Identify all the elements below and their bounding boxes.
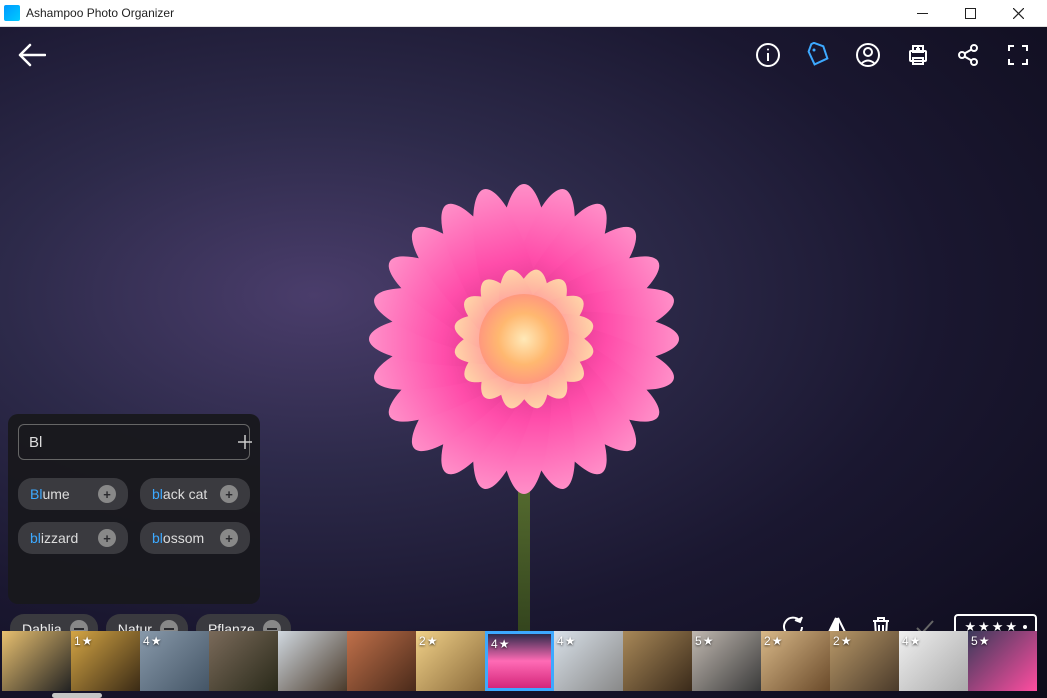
suggestion-highlight: bl [152,530,163,546]
thumbnail-rating: 1★ [74,634,92,648]
close-button[interactable] [1003,0,1033,27]
thumbnail[interactable]: 1★ [71,631,140,691]
scroll-indicator[interactable] [52,693,102,698]
app-icon [4,5,20,21]
thumbnail[interactable]: 4★ [140,631,209,691]
fullscreen-button[interactable] [1001,38,1035,72]
thumbnail[interactable]: 5★ [968,631,1037,691]
titlebar: Ashampoo Photo Organizer [0,0,1047,27]
tag-input[interactable] [29,434,228,451]
thumbnail[interactable]: 2★ [761,631,830,691]
add-tag-button[interactable] [236,431,254,453]
thumbnail-rating: 4★ [902,634,920,648]
suggestion-rest: izzard [41,530,78,546]
window-controls [907,0,1043,27]
tag-suggestion[interactable]: Blume + [18,478,128,510]
suggestion-rest: ack cat [163,486,207,502]
back-button[interactable] [12,35,52,75]
suggestion-highlight: Bl [30,486,42,502]
suggestion-rest: ume [42,486,69,502]
thumbnail[interactable] [623,631,692,691]
tag-editor-panel: Blume+black cat+blizzard+blossom+ [8,414,260,604]
thumbnail[interactable] [2,631,71,691]
maximize-button[interactable] [955,0,985,27]
minimize-button[interactable] [907,0,937,27]
thumbnail[interactable] [209,631,278,691]
thumbnail[interactable]: 4★ [554,631,623,691]
window-title: Ashampoo Photo Organizer [26,6,907,20]
person-button[interactable] [851,38,885,72]
thumbnail[interactable]: 2★ [830,631,899,691]
plus-icon: + [98,485,116,503]
thumbnail[interactable]: 2★ [416,631,485,691]
thumbnail-rating: 2★ [833,634,851,648]
thumbnail[interactable]: 5★ [692,631,761,691]
rating-more-icon [1023,625,1027,629]
print-button[interactable] [901,38,935,72]
tag-input-row [18,424,250,460]
plus-icon: + [220,485,238,503]
thumbnail-rating: 2★ [764,634,782,648]
toolbar-icons [751,38,1035,72]
thumbnail-rating: 4★ [557,634,575,648]
tag-suggestion[interactable]: black cat + [140,478,250,510]
thumbnail-rating: 5★ [971,634,989,648]
thumbnail-rating: 4★ [491,637,509,651]
thumbnail[interactable] [347,631,416,691]
thumbnail-rating: 4★ [143,634,161,648]
suggestion-rest: ossom [163,530,204,546]
suggestion-highlight: bl [152,486,163,502]
top-toolbar [0,32,1047,77]
tag-button[interactable] [801,38,835,72]
thumbnail[interactable]: 4★ [899,631,968,691]
thumbnail-rating: 2★ [419,634,437,648]
share-button[interactable] [951,38,985,72]
tag-suggestions: Blume+black cat+blizzard+blossom+ [18,478,250,554]
thumbnail[interactable]: 4★ [485,631,554,691]
suggestion-highlight: bl [30,530,41,546]
plus-icon: + [98,529,116,547]
thumbnail[interactable] [278,631,347,691]
photo-content: (function(){ const f = document.currentS… [284,99,764,579]
info-button[interactable] [751,38,785,72]
main-photo-viewer[interactable]: (function(){ const f = document.currentS… [0,27,1047,698]
tag-suggestion[interactable]: blizzard + [18,522,128,554]
filmstrip[interactable]: 1★ 4★ 2★ 4★ 4★ 5★ 2★ 2★ 4★ 5★ [0,631,1047,693]
thumbnail-rating: 5★ [695,634,713,648]
tag-suggestion[interactable]: blossom + [140,522,250,554]
plus-icon: + [220,529,238,547]
